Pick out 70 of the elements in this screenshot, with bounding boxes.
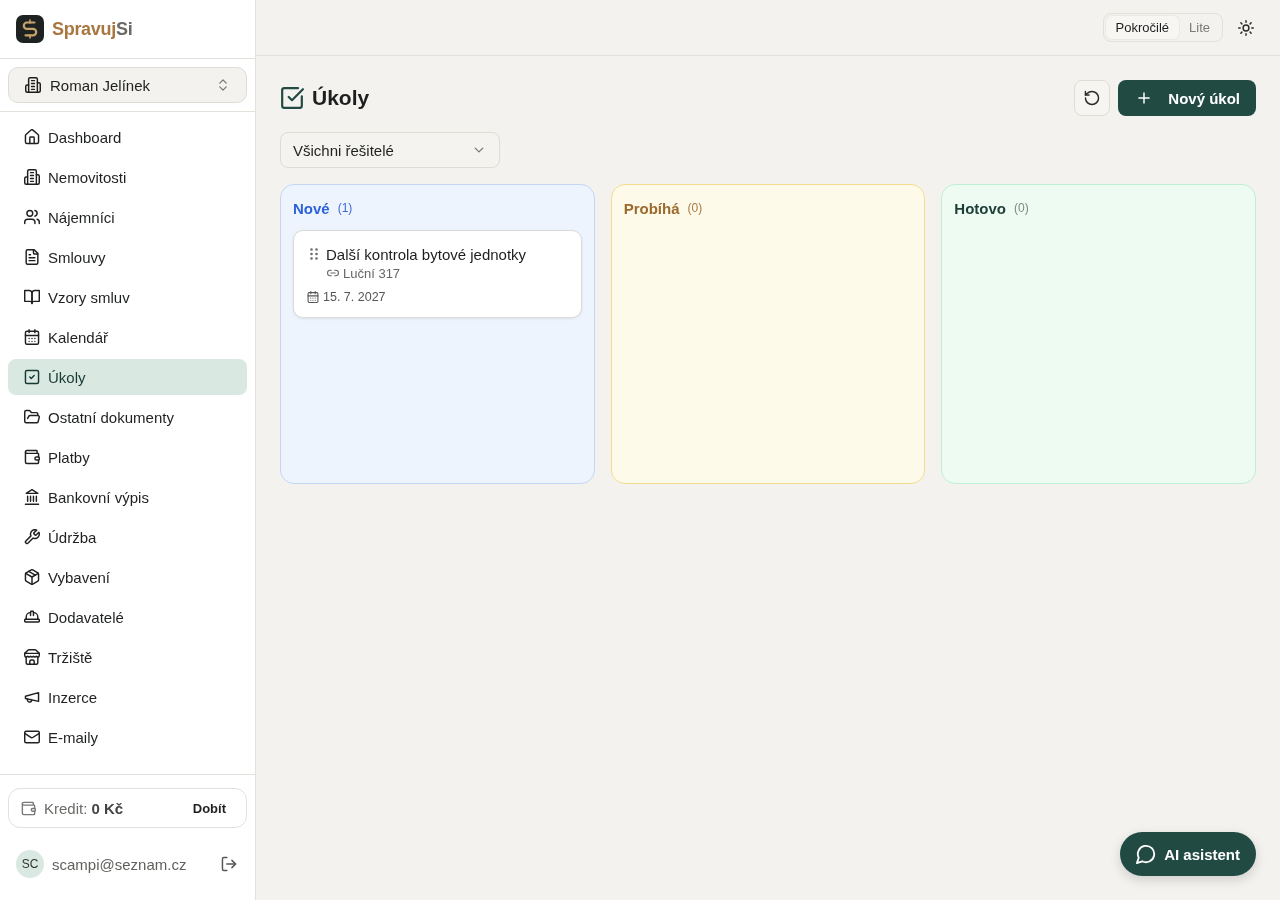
wallet-icon — [21, 800, 36, 816]
building-icon — [25, 77, 41, 93]
sidebar-item[interactable]: Inzerce — [8, 679, 247, 715]
sidebar-item[interactable]: Nemovitosti — [8, 159, 247, 195]
top-up-button[interactable]: Dobít — [184, 796, 234, 820]
book-icon — [24, 289, 40, 305]
logout-icon — [221, 856, 237, 872]
megaphone-icon — [24, 689, 40, 705]
due-date: 15. 7. 2027 — [323, 290, 386, 304]
checkbox-icon — [280, 86, 304, 110]
sidebar-item[interactable]: Tržiště — [8, 639, 247, 675]
sidebar-item[interactable]: Smlouvy — [8, 239, 247, 275]
plus-icon — [1136, 90, 1153, 106]
sun-icon — [1238, 19, 1254, 36]
credit-balance: Kredit: 0 Kč — [44, 799, 125, 817]
chat-bubble-icon — [1136, 844, 1157, 864]
task-title: Další kontrola bytové jednotky — [326, 245, 527, 263]
building-icon — [24, 169, 40, 185]
sidebar-item[interactable]: Úkoly — [8, 359, 247, 395]
workspace-selector[interactable]: Roman Jelínek — [8, 67, 247, 103]
mode-tab[interactable]: Pokročilé — [1105, 16, 1180, 39]
wrench-icon — [24, 529, 40, 545]
task-count: (0) — [687, 201, 703, 215]
sidebar-item[interactable]: Dodavatelé — [8, 599, 247, 635]
sidebar-item[interactable]: Ostatní dokumenty — [8, 399, 247, 435]
bank-icon — [24, 489, 40, 505]
refresh-button[interactable] — [1074, 80, 1111, 116]
theme-toggle-button[interactable] — [1238, 19, 1254, 36]
column-title: Hotovo — [954, 199, 1006, 217]
calendar-icon — [307, 291, 319, 303]
logout-button[interactable] — [219, 856, 239, 872]
wallet-icon — [24, 449, 40, 465]
chevrons-up-down-icon — [216, 78, 230, 92]
user-avatar: SC — [16, 850, 44, 878]
user-email: scampi@seznam.cz — [52, 855, 188, 873]
new-task-button[interactable]: Nový úkol — [1118, 80, 1256, 116]
ai-assistant-button[interactable]: AI asistent — [1120, 832, 1256, 876]
brand-name: SpravujSi — [52, 18, 133, 40]
sidebar-item[interactable]: Platby — [8, 439, 247, 475]
sidebar-item[interactable]: Údržba — [8, 519, 247, 555]
mail-icon — [24, 729, 40, 745]
task-count: (1) — [337, 201, 353, 215]
sidebar-item[interactable]: Vzory smluv — [8, 279, 247, 315]
checkbox-icon — [24, 369, 40, 385]
page-title: Úkoly — [312, 86, 370, 110]
task-count: (0) — [1014, 201, 1029, 215]
refresh-icon — [1084, 90, 1101, 106]
sidebar-item[interactable]: Bankovní výpis — [8, 479, 247, 515]
sidebar-item[interactable]: Kalendář — [8, 319, 247, 355]
task-card[interactable]: Další kontrola bytové jednotky Luční 317 15. 7. 2027 — [293, 230, 582, 318]
column-title: Nové — [293, 199, 330, 217]
home-icon — [24, 129, 40, 145]
assignee-select[interactable]: Všichni řešitelé — [280, 132, 500, 168]
logo-icon — [16, 15, 44, 43]
folder-icon — [24, 409, 40, 425]
calendar-icon — [24, 329, 40, 345]
store-icon — [24, 649, 40, 665]
sidebar-item[interactable]: Dashboard — [8, 119, 247, 155]
linked-property: Luční 317 — [343, 265, 401, 281]
sidebar-item[interactable]: Vybavení — [8, 559, 247, 595]
users-icon — [24, 209, 40, 225]
link-icon — [327, 267, 339, 279]
hard-hat-icon — [24, 609, 40, 625]
sidebar-item[interactable]: Nájemníci — [8, 199, 247, 235]
drag-handle-icon[interactable] — [310, 248, 318, 260]
document-icon — [24, 249, 40, 265]
package-icon — [24, 569, 40, 585]
mode-tab[interactable]: Lite — [1179, 16, 1220, 39]
sidebar-item[interactable]: E-maily — [8, 719, 247, 755]
column-title: Probíhá — [623, 199, 680, 217]
